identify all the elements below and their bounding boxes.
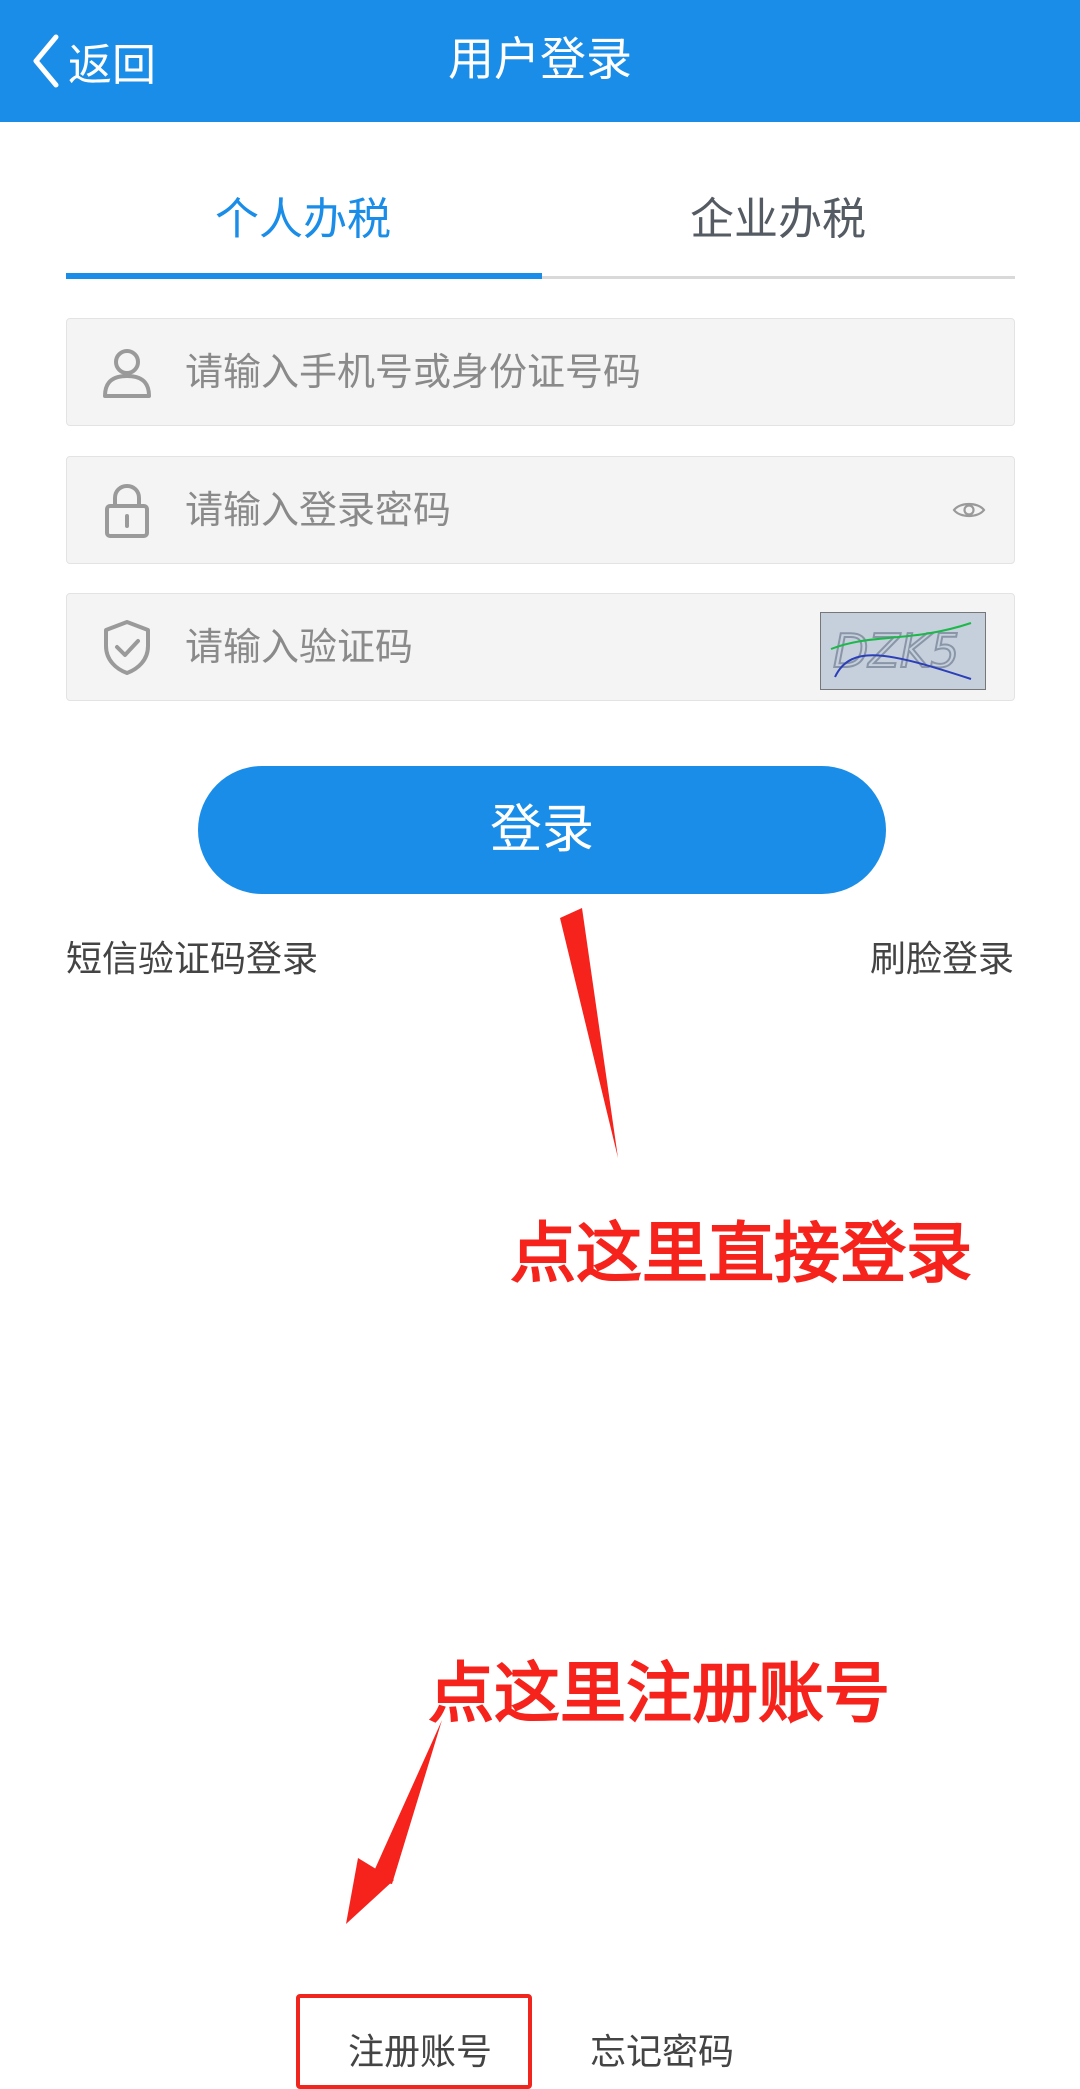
register-arrow (370, 1720, 442, 1884)
forgot-password-link[interactable]: 忘记密码 (590, 2023, 734, 2075)
register-hint-annotation: 点这里注册账号 (428, 1655, 890, 1732)
login-hint-annotation: 点这里直接登录 (510, 1215, 972, 1292)
annotation-arrows (346, 908, 618, 1924)
register-link[interactable]: 注册账号 (348, 2023, 492, 2075)
login-arrow (560, 908, 618, 1158)
